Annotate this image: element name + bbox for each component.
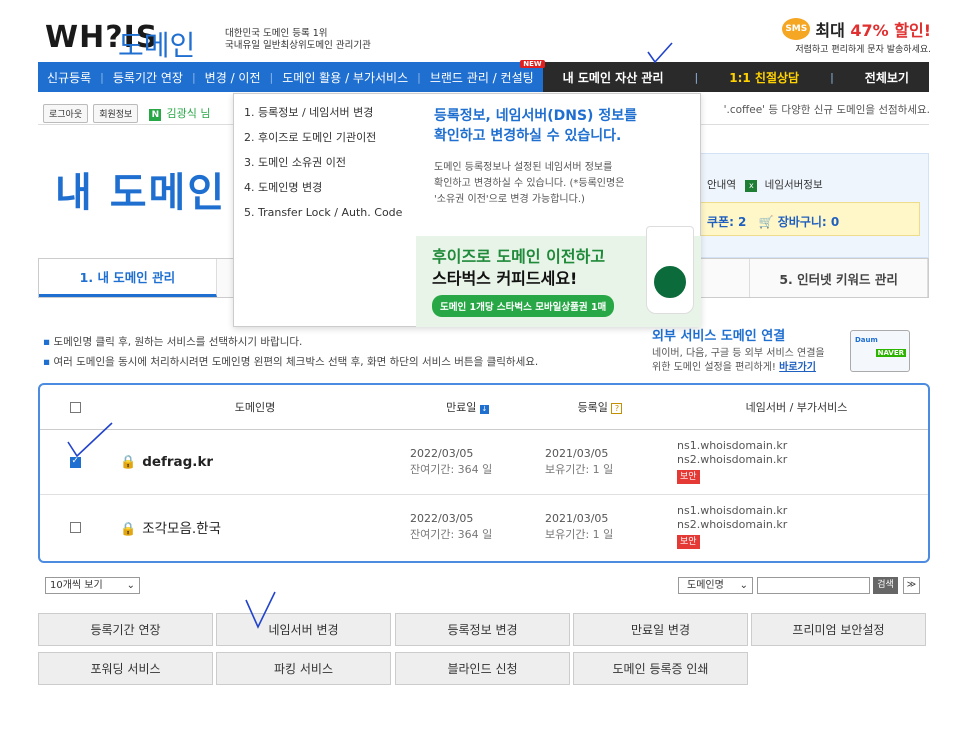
select-all-checkbox[interactable] [69,401,81,413]
chevron-down-icon: ⌄ [739,580,748,591]
nameserver-info-link[interactable]: 네임서버정보 [765,179,823,191]
logout-button[interactable]: 로그아웃 [43,104,89,123]
nav-item-all[interactable]: 전체보기 [856,69,918,86]
nav-dark-group: 내 도메인 자산 관리 | 1:1 친절상담 | 전체보기 [542,62,929,92]
menu-item-nameserver[interactable]: 1. 등록정보 / 네임서버 변경 [244,104,409,129]
forwarding-button[interactable]: 포워딩 서비스 [38,652,213,685]
instructions: ▪ 도메인명 클릭 후, 원하는 서비스를 선택하시기 바랍니다. ▪ 여러 도… [43,332,538,372]
search-input[interactable] [757,577,870,594]
dropdown-menu-list: 1. 등록정보 / 네임서버 변경 2. 후이즈로 도메인 기관이전 3. 도메… [244,104,409,229]
note-2: ▪ 여러 도메인을 동시에 처리하시려면 도메인명 왼편의 체크박스 선택 후,… [43,356,539,368]
monitor-illustration: Daum NAVER [850,330,910,372]
n-icon: N [149,109,162,121]
menu-item-rename[interactable]: 4. 도메인명 변경 [244,179,409,204]
chevron-down-icon: ⌄ [126,580,135,591]
cart-icon: 🛒 [758,215,774,229]
handwritten-check-icon [245,591,276,629]
nav-dropdown-menu: 1. 등록정보 / 네임서버 변경 2. 후이즈로 도메인 기관이전 3. 도메… [233,93,701,327]
excel-icon: x [745,180,758,192]
nav-item-services[interactable]: 도메인 활용 / 부가서비스 [273,69,417,86]
parking-button[interactable]: 파킹 서비스 [216,652,391,685]
security-badge[interactable]: 보안 [677,535,700,550]
sms-icon: SMS [782,18,811,40]
nav-item-brand[interactable]: 브랜드 관리 / 컨설팅 NEW [421,59,545,86]
coupon-cart-box: 쿠폰: 2 🛒 장바구니: 0 [700,202,920,236]
domain-link[interactable]: defrag.kr [142,454,213,470]
row-checkbox[interactable] [69,521,81,533]
handwritten-check-icon [67,422,113,458]
note-1: ▪ 도메인명 클릭 후, 원하는 서비스를 선택하시기 바랍니다. [43,336,303,348]
table-row: 🔒defrag.kr 2022/03/05잔여기간: 364 일 2021/03… [40,429,928,495]
blind-request-button[interactable]: 블라인드 신청 [395,652,570,685]
expand-icon[interactable]: ≫ [903,577,920,594]
page-title: 내 도메인 [55,170,227,216]
search-button[interactable]: 검색 [873,577,898,594]
nav-item-consult[interactable]: 1:1 친절상담 [720,69,808,86]
lock-icon: 🔒 [120,521,137,537]
domain-link[interactable]: 조각모음.한국 [142,521,221,537]
lock-icon: 🔒 [120,454,137,470]
tagline-line-1: 대한민국 도메인 등록 1위 [225,28,328,39]
nav-item-my-assets[interactable]: 내 도메인 자산 관리 [554,69,673,86]
info-item-1[interactable]: 안내역 [707,179,736,191]
col-expire[interactable]: 만료일 ↓ [400,385,535,430]
table-row: 🔒 조각모음.한국 2022/03/05 잔여기간: 364 일 2021/03/0… [40,494,928,559]
logo-domain-text: 도메인 [118,29,196,62]
renew-button[interactable]: 등록기간 연장 [38,613,213,646]
site-tagline: 대한민국 도메인 등록 1위 국내유일 일반최상위도메인 관리기관 [225,28,371,52]
coffee-cup-icon [646,226,694,314]
new-badge: NEW [520,59,545,68]
dropdown-description: 도메인 등록정보나 설정된 네임서버 정보를 확인하고 변경하실 수 있습니다.… [434,162,625,205]
sms-title: 최대 47% 할인! [815,21,931,40]
sort-icon[interactable]: ↓ [479,404,489,414]
domain-table: 도메인명 만료일 ↓ 등록일 ? 네임서버 / 부가서비스 🔒 defrag.kr… [38,383,930,563]
starbucks-promo[interactable]: 후이즈로 도메인 이전하고 스타벅스 커피드세요! 도메인 1개당 스타벅스 모… [416,226,701,327]
search-field-select[interactable]: 도메인명 ⌄ [678,577,753,594]
coupon-count[interactable]: 쿠폰: 2 [707,215,746,229]
starbucks-logo-icon [651,263,689,301]
col-registered: 등록일 ? [535,385,665,430]
cart-count[interactable]: 장바구니: 0 [778,215,840,229]
promo-button[interactable]: 도메인 1개당 스타벅스 모바일상품권 1매 [432,295,615,317]
menu-item-lock[interactable]: 5. Transfer Lock / Auth. Code [244,204,409,229]
nav-item-renew[interactable]: 등록기간 연장 [104,69,192,86]
menu-item-ownership[interactable]: 3. 도메인 소유권 이전 [244,154,409,179]
ext-shortcut-link[interactable]: 바로가기 [779,362,816,373]
help-icon[interactable]: ? [611,402,623,414]
page-size-select[interactable]: 10개씩 보기 ⌄ [45,577,140,594]
premium-security-button[interactable]: 프리미엄 보안설정 [751,613,926,646]
handwritten-check-icon [647,42,673,64]
tab-my-domain[interactable]: 1. 내 도메인 관리 [39,259,217,297]
main-nav: 신규등록 | 등록기간 연장 | 변경 / 이전 | 도메인 활용 / 부가서비… [38,59,929,92]
info-change-button[interactable]: 등록정보 변경 [395,613,570,646]
col-domain: 도메인명 [110,385,400,430]
tab-keyword[interactable]: 5. 인터넷 키워드 관리 [750,259,928,297]
sms-subtitle: 저렴하고 편리하게 문자 발송하세요. [795,45,931,55]
member-info-button[interactable]: 회원정보 [93,104,139,123]
tagline-line-2: 국내유일 일반최상위도메인 관리기관 [225,40,371,51]
nav-item-change[interactable]: 변경 / 이전 [196,69,270,86]
nav-item-register[interactable]: 신규등록 [38,69,100,86]
promo-title: 후이즈로 도메인 이전하고 스타벅스 커피드세요! [432,247,606,288]
print-certificate-button[interactable]: 도메인 등록증 인쇄 [573,652,748,685]
sms-promo-banner[interactable]: SMS 최대 47% 할인! 저렴하고 편리하게 문자 발송하세요. [782,17,931,55]
promo-text[interactable]: '.coffee' 등 다양한 신규 도메인을 선점하세요. [724,102,930,117]
security-badge[interactable]: 보안 [677,470,700,484]
user-name: 김광식 님 [166,107,211,120]
dropdown-headline: 등록정보, 네임서버(DNS) 정보를 확인하고 변경하실 수 있습니다. [434,108,637,144]
menu-item-transfer[interactable]: 2. 후이즈로 도메인 기관이전 [244,129,409,154]
expire-change-button[interactable]: 만료일 변경 [573,613,748,646]
col-nameserver: 네임서버 / 부가서비스 [665,385,928,430]
